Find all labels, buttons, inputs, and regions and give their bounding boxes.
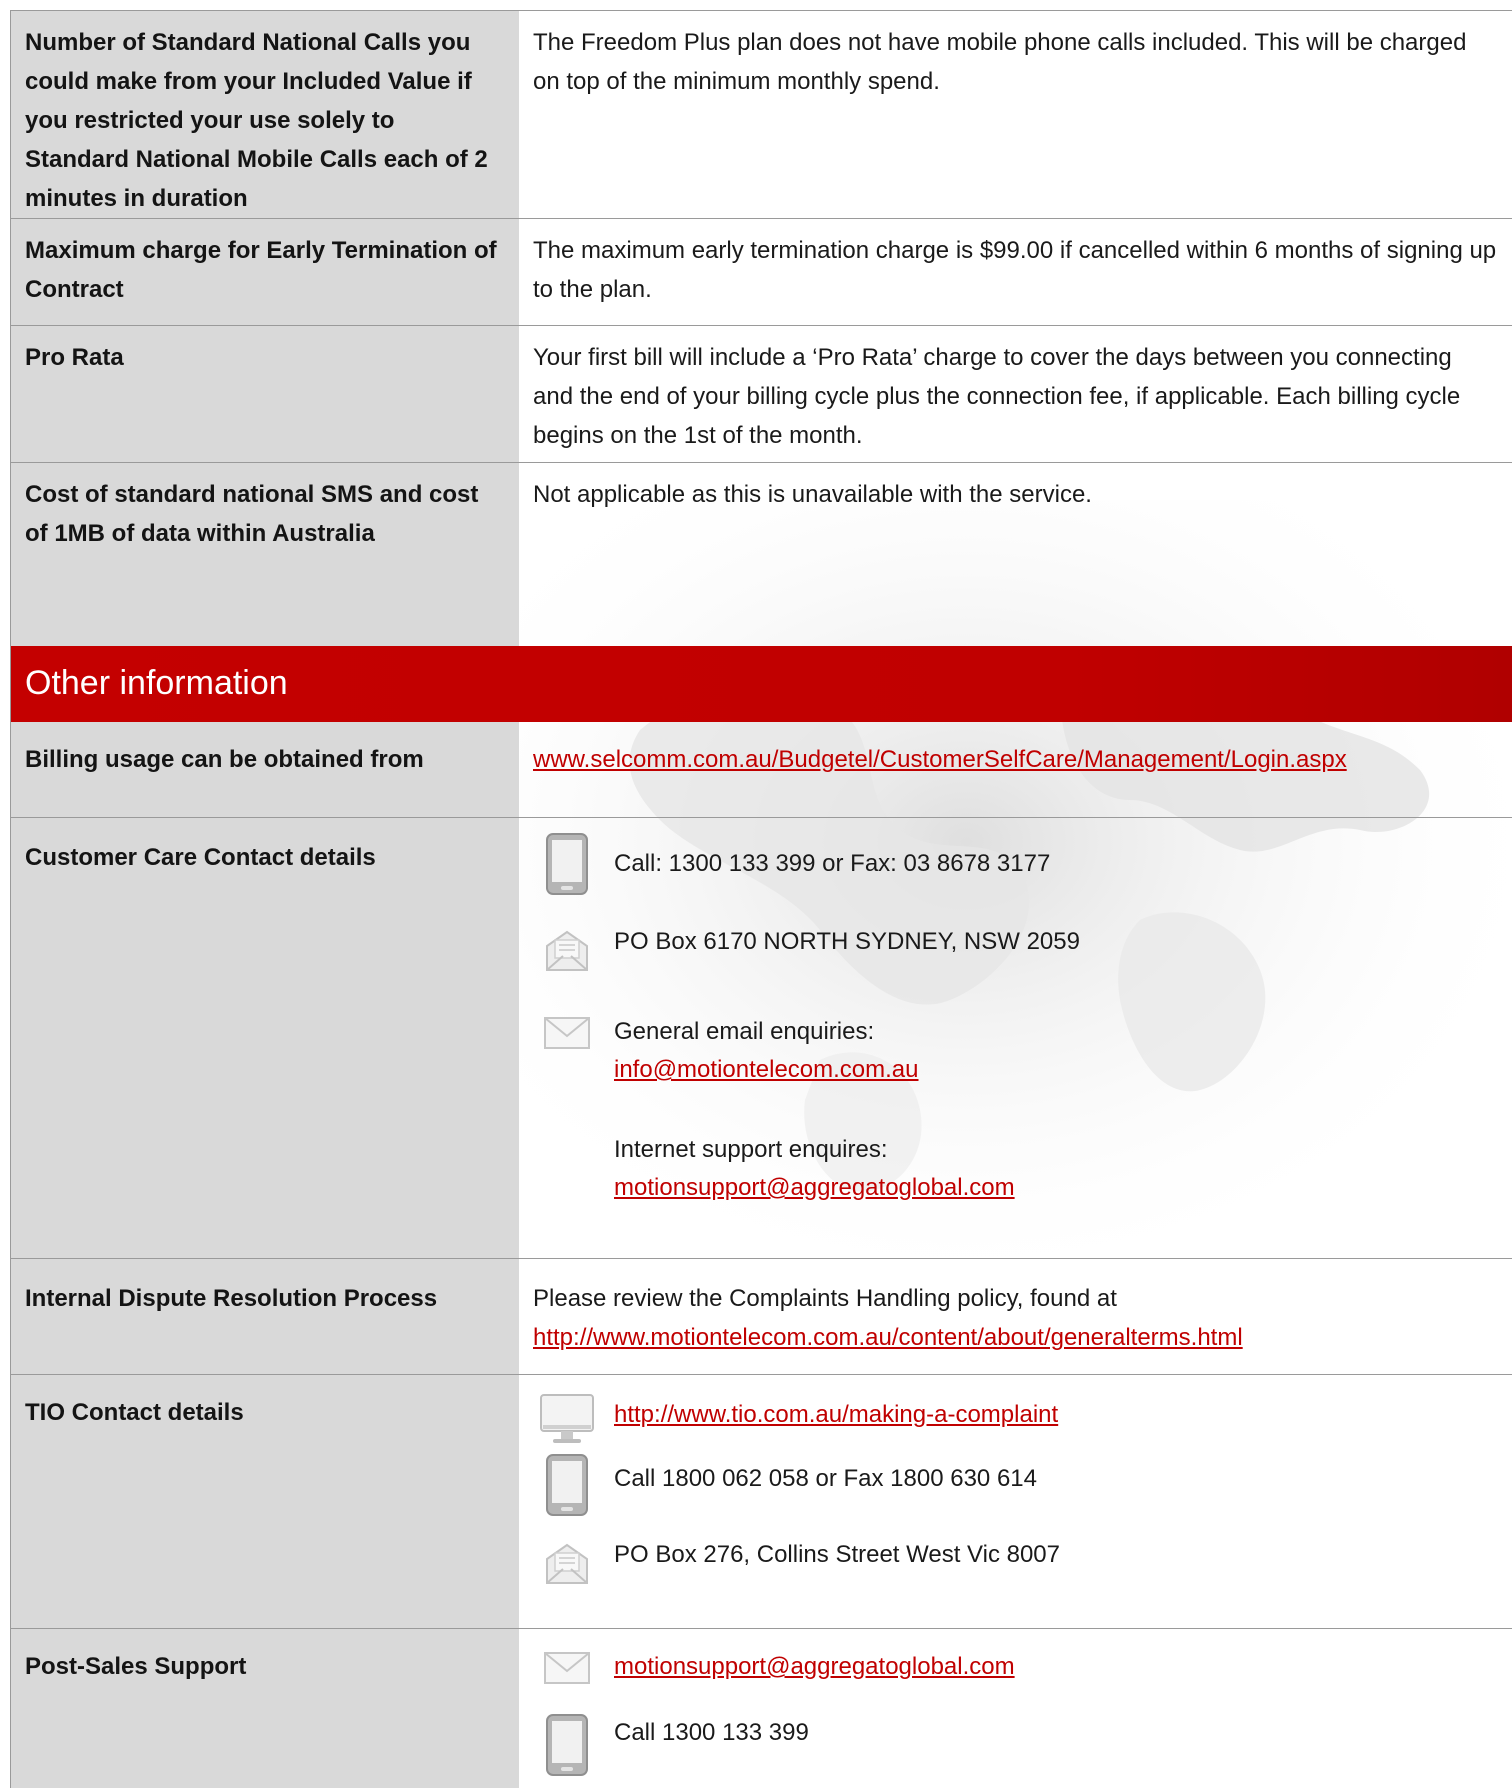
row-label: Maximum charge for Early Termination of … [10, 219, 519, 326]
row-value: www.selcomm.com.au/Budgetel/CustomerSelf… [519, 722, 1512, 817]
row-value: Call: 1300 133 399 or Fax: 03 8678 3177 … [519, 818, 1512, 1259]
row-value-text: The maximum early termination charge is … [533, 237, 1497, 303]
row-label: Cost of standard national SMS and cost o… [10, 463, 519, 647]
internet-label: Internet support enquires: [614, 1136, 888, 1163]
tio-phone-text: Call 1800 062 058 or Fax 1800 630 614 [614, 1465, 1037, 1492]
row-label: Billing usage can be obtained from [10, 722, 519, 817]
tio-web-link[interactable]: http://www.tio.com.au/making-a-complaint [614, 1395, 1058, 1434]
post-sales-email-link[interactable]: motionsupport@aggregatoglobal.com [614, 1647, 1015, 1686]
contact-phone-text: Call: 1300 133 399 or Fax: 03 8678 3177 [614, 850, 1051, 877]
row-value: Your first bill will include a ‘Pro Rata… [519, 326, 1512, 463]
envelope-icon [544, 1017, 590, 1049]
row-value: Not applicable as this is unavailable wi… [519, 463, 1512, 647]
table-row: Billing usage can be obtained from www.s… [10, 722, 1512, 817]
table-row: Number of Standard National Calls you co… [10, 10, 1512, 219]
row-label: TIO Contact details [10, 1375, 519, 1629]
document-page: Number of Standard National Calls you co… [0, 0, 1512, 1788]
row-value: Please review the Complaints Handling po… [519, 1259, 1512, 1375]
row-value: The Freedom Plus plan does not have mobi… [519, 11, 1512, 219]
email-link[interactable]: info@motiontelecom.com.au [614, 1050, 919, 1089]
section-title: Other information [25, 664, 288, 702]
mail-letter-icon [546, 1543, 588, 1584]
table-row: Customer Care Contact details Call: 1300… [10, 817, 1512, 1259]
row-label: Post-Sales Support [10, 1629, 519, 1788]
envelope-icon [544, 1652, 590, 1684]
table-row: TIO Contact details http://www.tio.com.a… [10, 1374, 1512, 1629]
contact-post-text: PO Box 6170 NORTH SYDNEY, NSW 2059 [614, 928, 1080, 955]
row-value-text: Not applicable as this is unavailable wi… [533, 481, 1092, 508]
table-row: Pro Rata Your first bill will include a … [10, 325, 1512, 463]
mobile-phone-icon [546, 833, 588, 895]
row-label: Pro Rata [10, 326, 519, 463]
row-label: Customer Care Contact details [10, 818, 519, 1259]
post-sales-phone-text: Call 1300 133 399 [614, 1719, 809, 1746]
billing-usage-link[interactable]: www.selcomm.com.au/Budgetel/CustomerSelf… [533, 746, 1347, 773]
mobile-phone-icon [546, 1454, 588, 1516]
table-row: Post-Sales Support motionsupport@aggrega… [10, 1628, 1512, 1788]
section-header: Other information [10, 646, 1512, 722]
table-row: Cost of standard national SMS and cost o… [10, 462, 1512, 647]
dispute-text: Please review the Complaints Handling po… [533, 1285, 1117, 1312]
table-row: Internal Dispute Resolution Process Plea… [10, 1258, 1512, 1375]
row-label: Internal Dispute Resolution Process [10, 1259, 519, 1375]
row-value: The maximum early termination charge is … [519, 219, 1512, 326]
complaints-policy-link[interactable]: http://www.motiontelecom.com.au/content/… [533, 1324, 1243, 1351]
mail-letter-icon [546, 930, 588, 971]
table-row: Maximum charge for Early Termination of … [10, 218, 1512, 326]
row-value-text: The Freedom Plus plan does not have mobi… [533, 29, 1467, 95]
internet-support-link[interactable]: motionsupport@aggregatoglobal.com [614, 1168, 1015, 1207]
email-label: General email enquiries: [614, 1018, 875, 1045]
tio-post-text: PO Box 276, Collins Street West Vic 8007 [614, 1541, 1061, 1568]
computer-monitor-icon [540, 1394, 594, 1443]
row-label: Number of Standard National Calls you co… [10, 11, 519, 219]
row-value: http://www.tio.com.au/making-a-complaint… [519, 1375, 1512, 1629]
mobile-phone-icon [546, 1714, 588, 1776]
row-value-text: Your first bill will include a ‘Pro Rata… [533, 344, 1461, 449]
row-value: motionsupport@aggregatoglobal.com Call 1… [519, 1629, 1512, 1788]
